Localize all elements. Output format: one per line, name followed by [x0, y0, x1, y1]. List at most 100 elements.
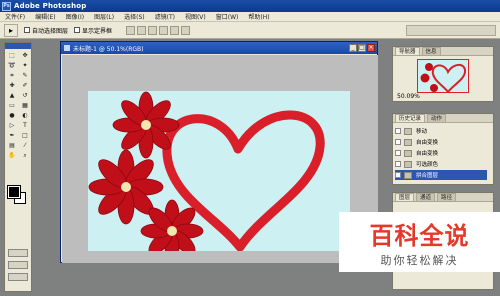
align-buttons	[126, 25, 192, 35]
notes-icon[interactable]: ▤	[6, 141, 18, 150]
history-brush-icon[interactable]: ↺	[19, 91, 31, 100]
hand-icon[interactable]: ✋	[6, 151, 18, 160]
tab-navigator[interactable]: 导航器	[395, 47, 420, 55]
shape-icon[interactable]: □	[19, 131, 31, 140]
align-middle-icon[interactable]	[137, 25, 147, 35]
menu-select[interactable]: 选择(S)	[119, 12, 150, 21]
tab-history[interactable]: 历史记录	[395, 114, 426, 122]
app-title: Adobe Photoshop	[14, 2, 87, 10]
show-bounds-label: 显示定界框	[82, 27, 113, 35]
healing-brush-icon[interactable]: ✚	[6, 81, 18, 90]
history-item-label: 移动	[416, 129, 428, 135]
dodge-icon[interactable]: ◐	[19, 111, 31, 120]
navigator-panel: 导航器 信息 50.09%	[392, 46, 494, 102]
palette-well[interactable]	[406, 25, 496, 36]
navigator-preview	[420, 63, 467, 92]
toolbox: ⬚ ✥ ➰ ✦ ⌗ ✎ ✚ ✐ ▲ ↺ ▭ ▦ ● ◐ ▷ T ✒ □ ▤ ⁄ …	[4, 42, 32, 292]
move-icon[interactable]: ✥	[19, 51, 31, 60]
tab-layers[interactable]: 图层	[395, 193, 415, 201]
path-select-icon[interactable]: ▷	[6, 121, 18, 130]
history-item[interactable]: 可选颜色	[395, 159, 487, 169]
align-center-icon[interactable]	[170, 25, 180, 35]
menu-edit[interactable]: 编辑(E)	[30, 12, 60, 21]
history-item-label: 拼合图层	[416, 173, 439, 179]
tab-info[interactable]: 信息	[421, 47, 441, 55]
image-canvas[interactable]	[88, 91, 350, 251]
history-step-icon	[404, 138, 412, 146]
marquee-icon[interactable]: ⬚	[6, 51, 18, 60]
align-left-icon[interactable]	[159, 25, 169, 35]
canvas-area	[62, 55, 378, 263]
app-title-bar: Ps Adobe Photoshop	[0, 0, 500, 12]
watermark-title: 百科全说	[369, 222, 470, 250]
document-icon	[64, 45, 70, 51]
zoom-level[interactable]: 50.09%	[397, 93, 420, 100]
watermark-logo: 百科全说 助你轻松解决	[339, 212, 500, 272]
move-tool-icon[interactable]: ▸	[4, 23, 18, 37]
history-item[interactable]: 自由变换	[395, 137, 487, 147]
foreground-color-swatch[interactable]	[7, 185, 21, 199]
history-step-icon	[404, 171, 412, 179]
auto-select-label: 自动选择图层	[32, 27, 69, 35]
history-item-label: 自由变换	[416, 151, 439, 157]
lasso-icon[interactable]: ➰	[6, 61, 18, 70]
align-right-icon[interactable]	[181, 25, 191, 35]
tab-paths[interactable]: 路径	[437, 193, 457, 201]
menu-file[interactable]: 文件(F)	[0, 12, 30, 21]
auto-select-checkbox[interactable]: 自动选择图层	[24, 26, 68, 35]
menu-layer[interactable]: 图层(L)	[89, 12, 119, 21]
eraser-icon[interactable]: ▭	[6, 101, 18, 110]
menu-bar: 文件(F) 编辑(E) 图像(I) 图层(L) 选择(S) 滤镜(T) 视图(V…	[0, 12, 500, 22]
history-step-icon	[404, 127, 412, 135]
options-bar: ▸ 自动选择图层 显示定界框	[0, 22, 500, 39]
history-brush-source-box[interactable]	[395, 139, 401, 145]
align-bottom-icon[interactable]	[148, 25, 158, 35]
history-item-selected[interactable]: 拼合图层	[395, 170, 487, 180]
history-brush-source-box[interactable]	[395, 128, 401, 134]
clone-stamp-icon[interactable]: ▲	[6, 91, 18, 100]
heart-flowers-artwork	[88, 91, 325, 251]
brush-icon[interactable]: ✐	[19, 81, 31, 90]
align-top-icon[interactable]	[126, 25, 136, 35]
pen-icon[interactable]: ✒	[6, 131, 18, 140]
gradient-icon[interactable]: ▦	[19, 101, 31, 110]
quick-mask-buttons[interactable]	[8, 249, 28, 257]
history-item[interactable]: 移动	[395, 126, 487, 136]
navigator-thumbnail[interactable]	[417, 59, 469, 93]
tab-actions[interactable]: 动作	[427, 114, 447, 122]
close-button[interactable]: ×	[367, 44, 375, 52]
history-brush-source-box[interactable]	[395, 150, 401, 156]
screen-mode-buttons[interactable]	[8, 261, 28, 269]
checkbox-box	[74, 27, 81, 33]
history-brush-source-box[interactable]	[395, 172, 401, 178]
history-step-icon	[404, 149, 412, 157]
watermark-subtitle: 助你轻松解决	[380, 254, 459, 267]
document-title: 未标题-1 @ 50.1%(RGB)	[73, 45, 144, 53]
flower-top	[112, 91, 180, 159]
slice-icon[interactable]: ✎	[19, 71, 31, 80]
maximize-button[interactable]: □	[358, 44, 366, 52]
history-item-label: 自由变换	[416, 140, 439, 146]
menu-image[interactable]: 图像(I)	[61, 12, 89, 21]
eyedropper-icon[interactable]: ⁄	[19, 141, 31, 150]
menu-help[interactable]: 帮助(H)	[243, 12, 274, 21]
blur-icon[interactable]: ●	[6, 111, 18, 120]
crop-icon[interactable]: ⌗	[6, 71, 18, 80]
history-brush-source-box[interactable]	[395, 161, 401, 167]
checkbox-box	[24, 27, 30, 33]
history-item[interactable]: 自由变换	[395, 148, 487, 158]
magic-wand-icon[interactable]: ✦	[19, 61, 31, 70]
minimize-button[interactable]: _	[349, 44, 357, 52]
tab-channels[interactable]: 通道	[416, 193, 436, 201]
menu-filter[interactable]: 滤镜(T)	[150, 12, 180, 21]
photoshop-icon: Ps	[2, 1, 11, 11]
zoom-icon[interactable]: ⌕	[19, 151, 31, 160]
jump-to-imageready-button[interactable]	[8, 273, 28, 281]
document-window: 未标题-1 @ 50.1%(RGB) _ □ ×	[60, 41, 378, 263]
history-panel: 历史记录 动作 移动 自由变换 自由变换 可选颜色 拼合图层	[392, 113, 494, 185]
show-bounds-checkbox[interactable]: 显示定界框	[74, 26, 112, 35]
type-icon[interactable]: T	[19, 121, 31, 130]
menu-window[interactable]: 窗口(W)	[211, 12, 244, 21]
menu-view[interactable]: 视图(V)	[180, 12, 211, 21]
document-title-bar[interactable]: 未标题-1 @ 50.1%(RGB)	[61, 42, 377, 54]
